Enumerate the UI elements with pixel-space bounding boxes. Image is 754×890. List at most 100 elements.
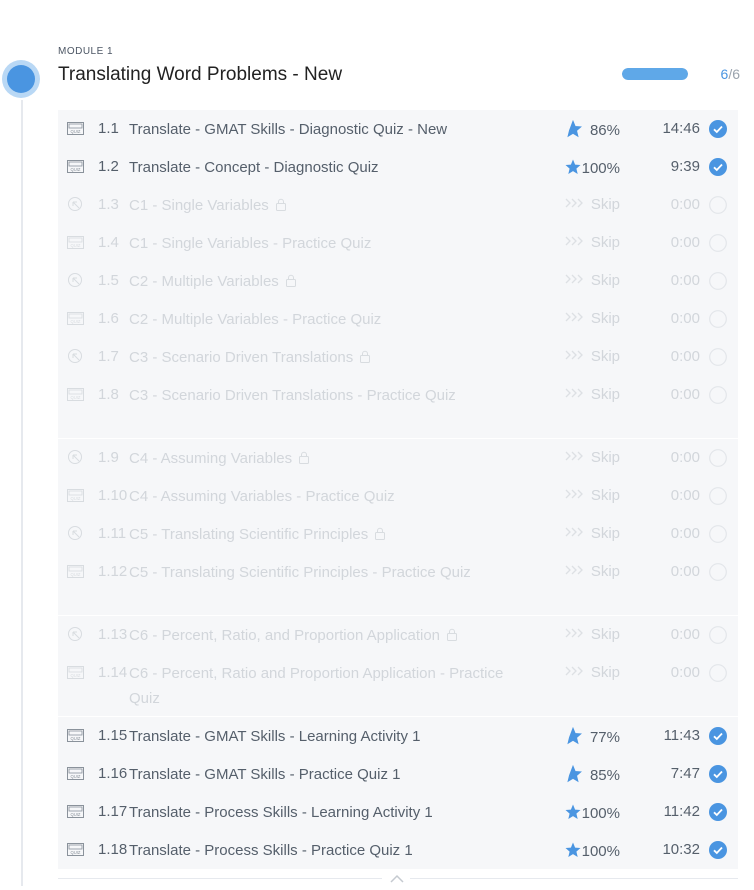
skip-chevrons-icon bbox=[564, 234, 586, 251]
item-title[interactable]: Translate - GMAT Skills - Practice Quiz … bbox=[129, 762, 529, 787]
svg-text:QUIZ: QUIZ bbox=[70, 673, 80, 678]
item-title[interactable]: C2 - Multiple Variables bbox=[129, 269, 529, 294]
item-title[interactable]: C5 - Translating Scientific Principles -… bbox=[129, 560, 529, 585]
quiz-icon: QUIZ bbox=[67, 729, 84, 742]
list-item[interactable]: QUIZ 1.1 Translate - GMAT Skills - Diagnos… bbox=[58, 110, 738, 148]
check-circle-icon bbox=[709, 765, 727, 783]
lock-icon bbox=[298, 447, 310, 464]
skip-button[interactable]: Skip bbox=[558, 310, 620, 327]
time-spent: 0:00 bbox=[670, 563, 700, 580]
item-title[interactable]: C6 - Percent, Ratio and Proportion Appli… bbox=[129, 661, 529, 711]
quiz-icon: QUIZ bbox=[67, 805, 84, 818]
empty-circle-icon bbox=[709, 348, 727, 366]
item-title[interactable]: Translate - Process Skills - Practice Qu… bbox=[129, 838, 529, 863]
skip-button[interactable]: Skip bbox=[558, 272, 620, 289]
list-item[interactable]: QUIZ 1.14 C6 - Percent, Ratio and Proporti… bbox=[58, 654, 738, 716]
svg-text:QUIZ: QUIZ bbox=[70, 167, 80, 172]
empty-circle-icon bbox=[709, 563, 727, 581]
chevron-up-icon[interactable] bbox=[388, 872, 406, 884]
item-title[interactable]: C3 - Scenario Driven Translations bbox=[129, 345, 529, 370]
list-item[interactable]: 1.13 C6 - Percent, Ratio, and Proportion … bbox=[58, 616, 738, 654]
list-item[interactable]: 1.3 C1 - Single Variables Skip 0:00 bbox=[58, 186, 738, 224]
time-spent: 0:00 bbox=[670, 310, 700, 327]
list-item[interactable]: QUIZ 1.10 C4 - Assuming Variables - Practi… bbox=[58, 477, 738, 515]
list-item[interactable]: QUIZ 1.17 Translate - Process Skills - Lea… bbox=[58, 793, 738, 831]
item-number: 1.13 bbox=[98, 626, 128, 643]
item-title[interactable]: C1 - Single Variables bbox=[129, 193, 529, 218]
list-item[interactable]: 1.5 C2 - Multiple Variables Skip 0:00 bbox=[58, 262, 738, 300]
item-title[interactable]: C5 - Translating Scientific Principles bbox=[129, 522, 529, 547]
item-number: 1.8 bbox=[98, 386, 119, 403]
star-icon bbox=[564, 158, 582, 180]
item-title[interactable]: Translate - GMAT Skills - Learning Activ… bbox=[129, 724, 529, 749]
item-title[interactable]: C4 - Assuming Variables - Practice Quiz bbox=[129, 484, 529, 509]
list-item[interactable]: QUIZ 1.8 C3 - Scenario Driven Translations… bbox=[58, 376, 738, 438]
item-title[interactable]: Translate - Process Skills - Learning Ac… bbox=[129, 800, 529, 825]
check-circle-icon bbox=[709, 158, 727, 176]
skip-chevrons-icon bbox=[564, 626, 586, 643]
item-number: 1.2 bbox=[98, 158, 119, 175]
list-item[interactable]: 1.7 C3 - Scenario Driven Translations Skip… bbox=[58, 338, 738, 376]
item-title[interactable]: C6 - Percent, Ratio, and Proportion Appl… bbox=[129, 623, 549, 648]
star-icon bbox=[564, 841, 582, 863]
item-number: 1.5 bbox=[98, 272, 119, 289]
skip-button[interactable]: Skip bbox=[558, 487, 620, 504]
item-number: 1.15 bbox=[98, 727, 128, 744]
item-title[interactable]: C4 - Assuming Variables bbox=[129, 446, 529, 471]
skip-button[interactable]: Skip bbox=[558, 664, 620, 681]
item-title[interactable]: Translate - Concept - Diagnostic Quiz bbox=[129, 155, 529, 180]
empty-circle-icon bbox=[709, 310, 727, 328]
divider bbox=[58, 878, 382, 879]
module-title[interactable]: Translating Word Problems - New bbox=[58, 64, 342, 86]
item-number: 1.18 bbox=[98, 841, 128, 858]
list-item[interactable]: 1.11 C5 - Translating Scientific Principl… bbox=[58, 515, 738, 553]
time-spent: 0:00 bbox=[670, 449, 700, 466]
list-item[interactable]: QUIZ 1.2 Translate - Concept - Diagnostic … bbox=[58, 148, 738, 186]
skip-chevrons-icon bbox=[564, 664, 586, 681]
skip-button[interactable]: Skip bbox=[558, 196, 620, 213]
list-item[interactable]: 1.9 C4 - Assuming Variables Skip 0:00 bbox=[58, 439, 738, 477]
list-item[interactable]: QUIZ 1.18 Translate - Process Skills - Pra… bbox=[58, 831, 738, 869]
item-number: 1.4 bbox=[98, 234, 119, 251]
time-spent: 0:00 bbox=[670, 386, 700, 403]
skip-button[interactable]: Skip bbox=[558, 525, 620, 542]
list-item[interactable]: QUIZ 1.12 C5 - Translating Scientific Prin… bbox=[58, 553, 738, 615]
item-title[interactable]: C1 - Single Variables - Practice Quiz bbox=[129, 231, 529, 256]
svg-text:QUIZ: QUIZ bbox=[70, 243, 80, 248]
skip-chevrons-icon bbox=[564, 310, 586, 327]
skip-button[interactable]: Skip bbox=[558, 563, 620, 580]
list-item[interactable]: QUIZ 1.6 C2 - Multiple Variables - Practic… bbox=[58, 300, 738, 338]
quiz-icon: QUIZ bbox=[67, 565, 84, 578]
item-title[interactable]: C3 - Scenario Driven Translations - Prac… bbox=[129, 383, 529, 408]
skip-button[interactable]: Skip bbox=[558, 626, 620, 643]
list-item[interactable]: QUIZ 1.4 C1 - Single Variables - Practice … bbox=[58, 224, 738, 262]
svg-text:QUIZ: QUIZ bbox=[70, 319, 80, 324]
item-number: 1.7 bbox=[98, 348, 119, 365]
quiz-icon: QUIZ bbox=[67, 122, 84, 135]
skip-button[interactable]: Skip bbox=[558, 386, 620, 403]
timeline-line bbox=[21, 100, 23, 886]
time-spent: 0:00 bbox=[670, 664, 700, 681]
list-item[interactable]: QUIZ 1.15 Translate - GMAT Skills - Learni… bbox=[58, 717, 738, 755]
list-item[interactable]: QUIZ 1.16 Translate - GMAT Skills - Practi… bbox=[58, 755, 738, 793]
empty-circle-icon bbox=[709, 196, 727, 214]
check-circle-icon bbox=[709, 727, 727, 745]
skip-button[interactable]: Skip bbox=[558, 348, 620, 365]
skip-button[interactable]: Skip bbox=[558, 449, 620, 466]
svg-text:QUIZ: QUIZ bbox=[70, 496, 80, 501]
item-title[interactable]: C2 - Multiple Variables - Practice Quiz bbox=[129, 307, 529, 332]
score: 100% bbox=[558, 803, 620, 825]
item-number: 1.9 bbox=[98, 449, 119, 466]
item-title[interactable]: Translate - GMAT Skills - Diagnostic Qui… bbox=[129, 117, 529, 142]
module-progress-text: 6/6 bbox=[720, 66, 740, 82]
skip-button[interactable]: Skip bbox=[558, 234, 620, 251]
lesson-cursor-icon bbox=[67, 273, 84, 287]
item-number: 1.14 bbox=[98, 664, 128, 681]
star-icon bbox=[564, 764, 582, 787]
svg-text:QUIZ: QUIZ bbox=[70, 850, 80, 855]
lesson-cursor-icon bbox=[67, 349, 84, 363]
time-spent: 0:00 bbox=[670, 626, 700, 643]
quiz-icon: QUIZ bbox=[67, 160, 84, 173]
divider bbox=[410, 878, 738, 879]
empty-circle-icon bbox=[709, 626, 727, 644]
